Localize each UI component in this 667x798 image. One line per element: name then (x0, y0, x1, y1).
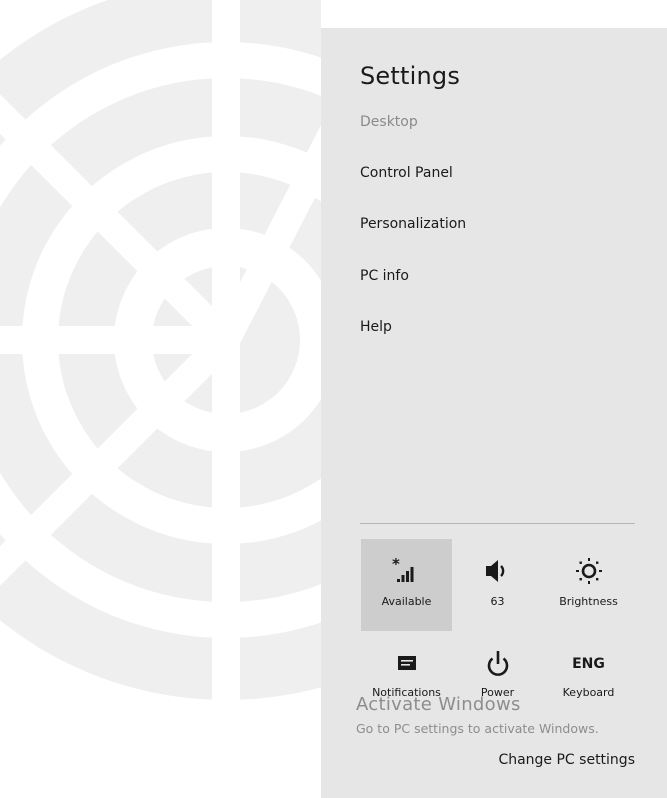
settings-charm-pane: Settings Desktop Control Panel Personali… (321, 28, 667, 798)
keyboard-icon: ENG (543, 650, 634, 678)
brightness-tile[interactable]: Brightness (543, 539, 634, 631)
power-tile[interactable]: Power (452, 638, 543, 730)
help-link[interactable]: Help (360, 317, 392, 337)
brightness-label: Brightness (559, 595, 618, 608)
notifications-icon (361, 650, 452, 678)
pane-subtitle: Desktop (360, 114, 418, 130)
network-signal-icon: * (361, 557, 452, 585)
keyboard-tile[interactable]: ENG Keyboard (543, 638, 634, 730)
keyboard-label: Keyboard (562, 686, 615, 699)
volume-icon (452, 557, 543, 585)
activate-windows-watermark-title: Activate Windows (356, 694, 521, 715)
network-tile[interactable]: * Available (361, 539, 452, 631)
control-panel-link[interactable]: Control Panel (360, 163, 453, 183)
power-icon (452, 650, 543, 678)
desktop: Settings Desktop Control Panel Personali… (0, 0, 667, 798)
pane-title: Settings (360, 62, 461, 90)
quick-settings-divider (360, 523, 635, 524)
network-status-label: Available (381, 595, 432, 608)
volume-tile[interactable]: 63 (452, 539, 543, 631)
volume-level-label: 63 (490, 595, 505, 608)
svg-text:*: * (392, 557, 400, 573)
keyboard-language-text: ENG (572, 656, 605, 672)
brightness-icon (543, 557, 634, 585)
change-pc-settings-link[interactable]: Change PC settings (485, 752, 635, 768)
personalization-link[interactable]: Personalization (360, 214, 466, 234)
pc-info-link[interactable]: PC info (360, 266, 409, 286)
activate-windows-watermark-subtitle: Go to PC settings to activate Windows. (356, 721, 599, 736)
notifications-tile[interactable]: Notifications (361, 638, 452, 730)
